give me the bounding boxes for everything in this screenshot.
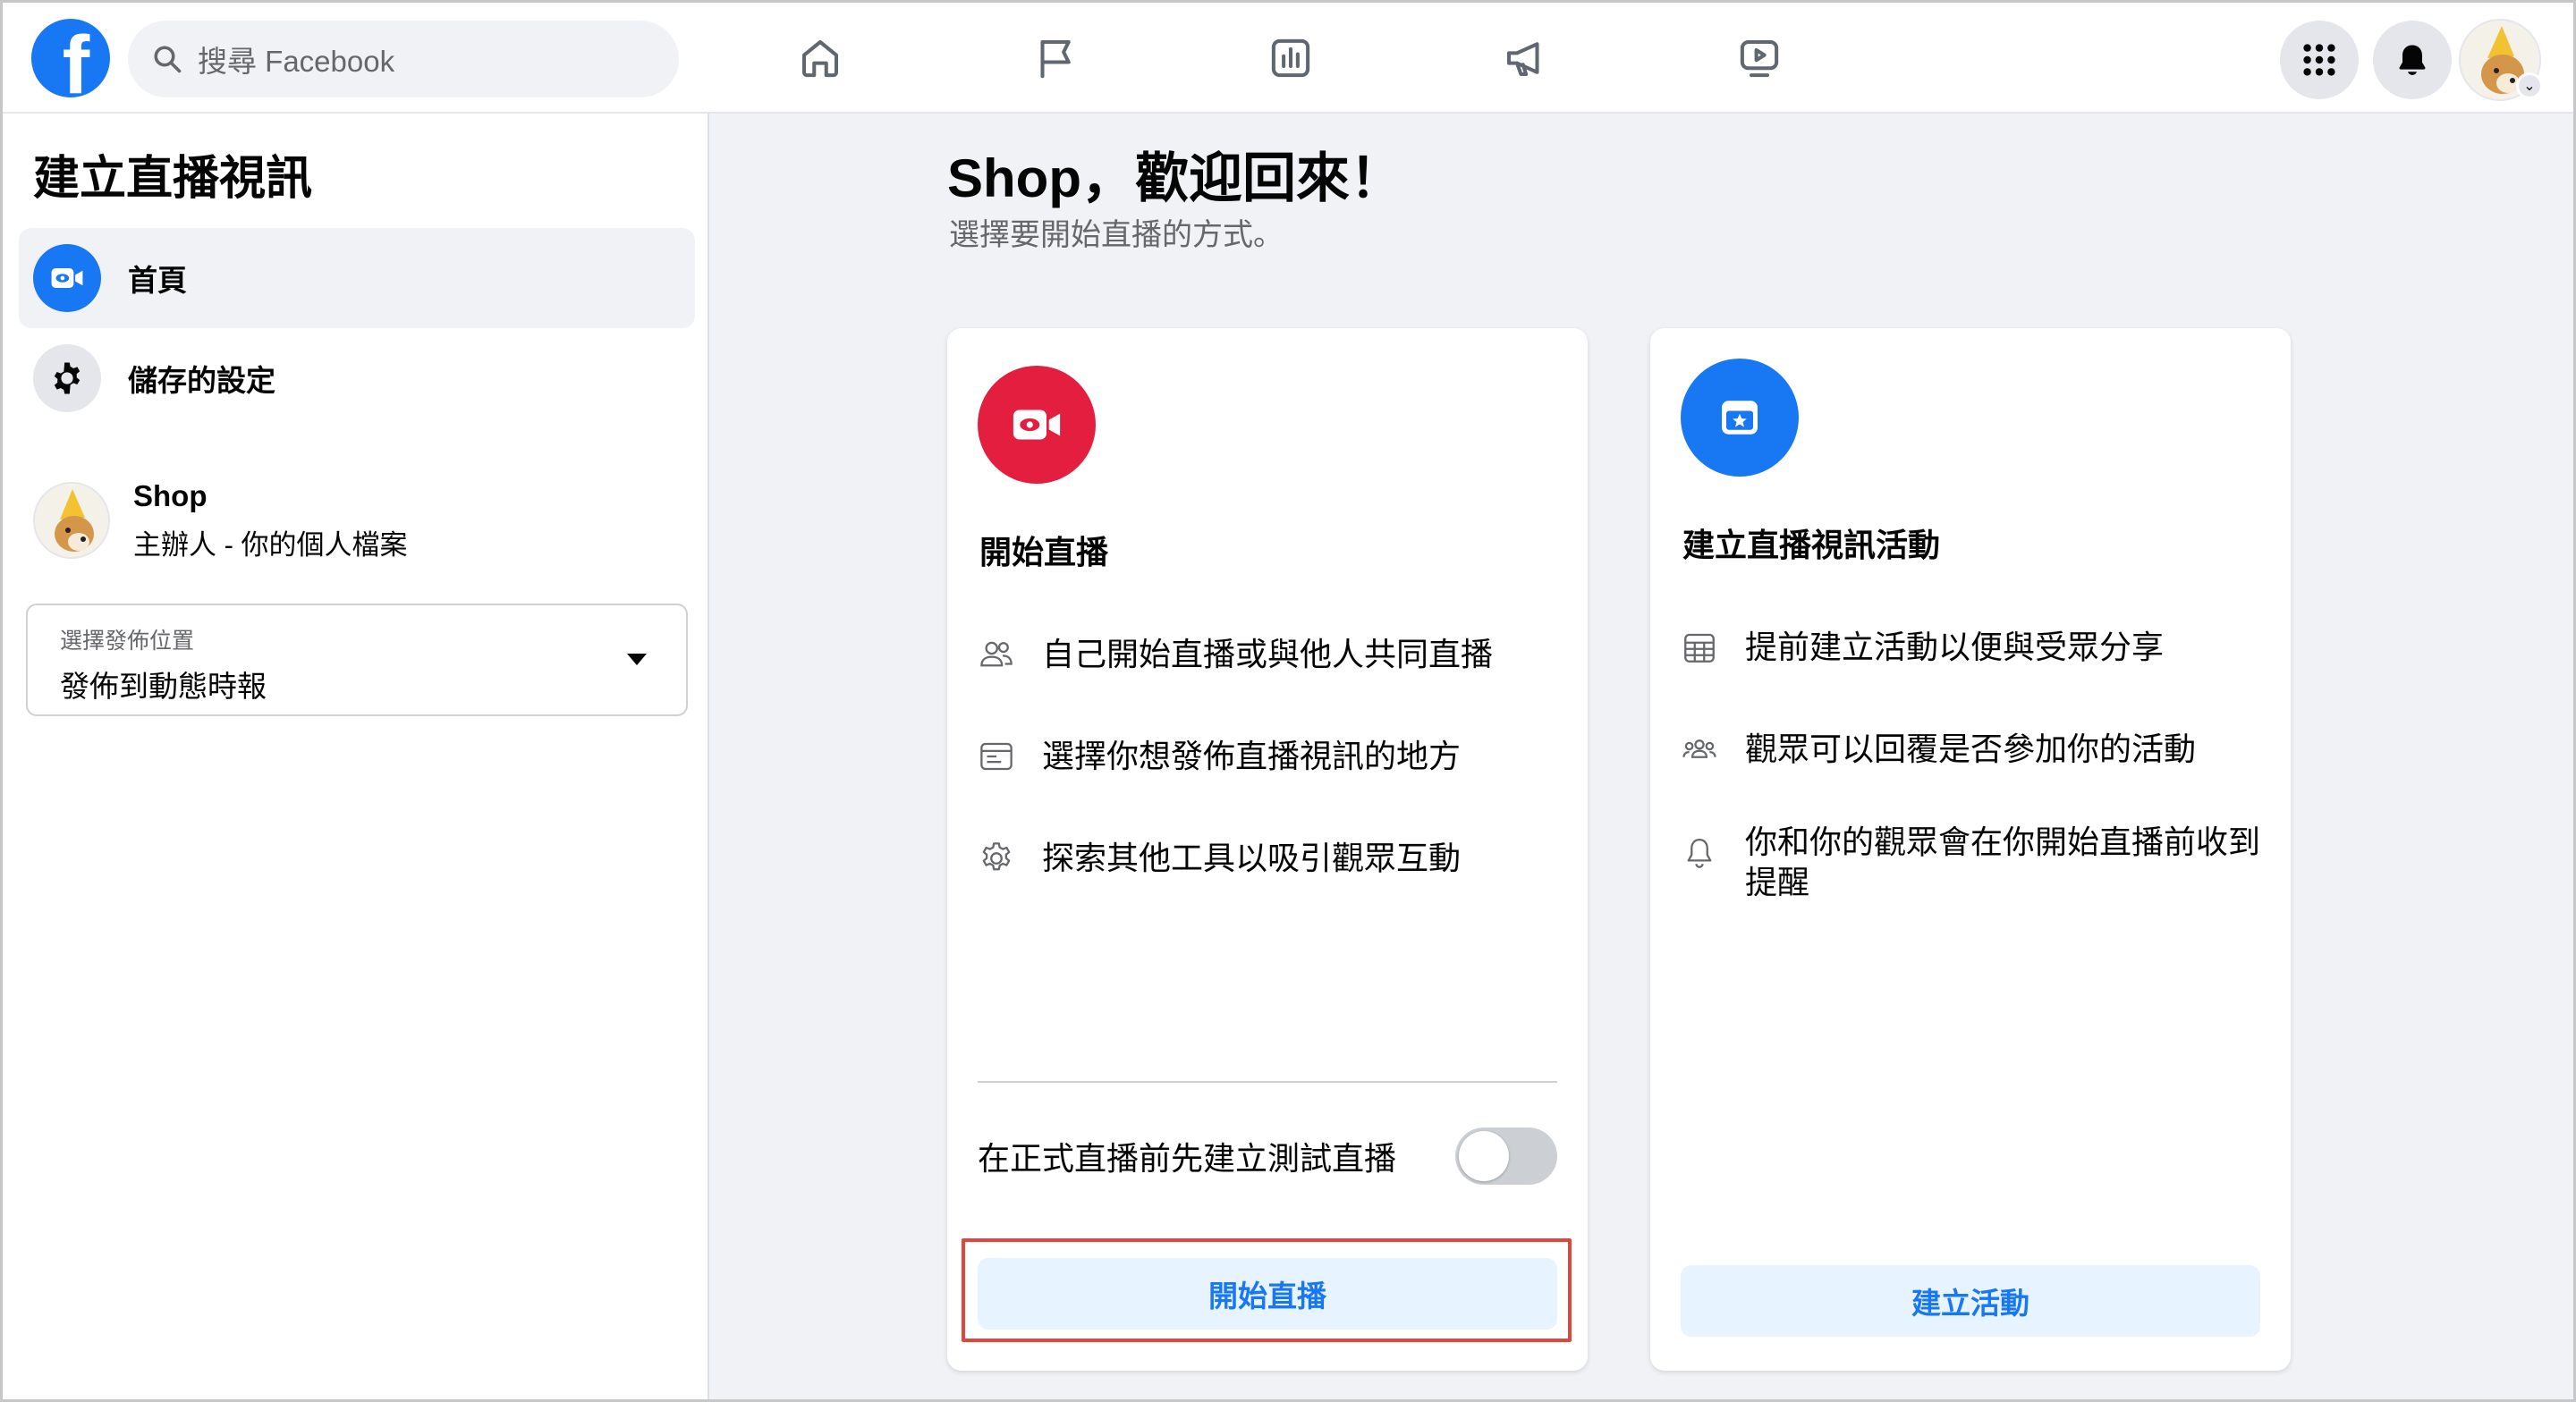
- facebook-logo[interactable]: f: [31, 19, 110, 97]
- menu-grid-icon[interactable]: [2280, 21, 2359, 99]
- feature-text: 觀眾可以回覆是否參加你的活動: [1745, 731, 2197, 767]
- live-event-card: 建立直播視訊活動 提前建立活動以便與受眾分享 觀眾可以回覆是否參加你的活動 你和…: [1650, 328, 2291, 1371]
- live-event-title: 建立直播視訊活動: [1682, 527, 1941, 563]
- feature-text: 自己開始直播或與他人共同直播: [1042, 636, 1494, 672]
- go-live-button-highlight: [962, 1238, 1572, 1342]
- account-menu-caret-icon[interactable]: ⌄: [2516, 72, 2543, 99]
- divider: [978, 1081, 1557, 1083]
- feature-text: 提前建立活動以便與受眾分享: [1745, 629, 2165, 665]
- sidebar-item-saved-settings[interactable]: 儲存的設定: [19, 328, 695, 428]
- people-icon: [980, 641, 1013, 667]
- sidebar: 建立直播視訊 首頁 儲存的設定 Shop 主辦人 - 你的個人檔案 選擇發佈位置…: [3, 114, 709, 1399]
- calendar-icon: [1684, 633, 1715, 663]
- search-placeholder: 搜尋 Facebook: [198, 45, 395, 78]
- toggle-knob: [1459, 1131, 1509, 1181]
- test-stream-label: 在正式直播前先建立測試直播: [978, 1140, 1397, 1177]
- feature-item: 你和你的觀眾會在你開始直播前收到提醒: [1681, 822, 2262, 903]
- feature-item: 探索其他工具以吸引觀眾互動: [978, 838, 1586, 878]
- live-camera-icon: [978, 366, 1096, 484]
- browser-window-icon: [980, 742, 1013, 771]
- feature-item: 提前建立活動以便與受眾分享: [1681, 627, 2289, 667]
- feature-item: 選擇你想發佈直播視訊的地方: [978, 736, 1586, 776]
- app-window: f 搜尋 Facebook ⌄ 建立直播視訊 首頁 儲存的設定 Shop 主辦人…: [0, 0, 2576, 1402]
- search-icon: [154, 46, 182, 73]
- test-stream-toggle[interactable]: [1455, 1128, 1557, 1185]
- bell-icon[interactable]: [2373, 21, 2452, 99]
- gear-icon: [33, 344, 101, 412]
- post-location-label: 選擇發佈位置: [60, 629, 195, 654]
- shiba-avatar-image: [35, 484, 108, 557]
- feature-text: 你和你的觀眾會在你開始直播前收到提醒: [1745, 823, 2261, 901]
- sidebar-title: 建立直播視訊: [33, 153, 313, 205]
- go-live-title: 開始直播: [979, 534, 1109, 570]
- go-live-card: 開始直播 自己開始直播或與他人共同直播 選擇你想發佈直播視訊的地方 探索其他工具…: [947, 328, 1588, 1371]
- feature-text: 選擇你想發佈直播視訊的地方: [1042, 738, 1462, 774]
- sidebar-item-label: 儲存的設定: [128, 364, 275, 397]
- profile-subtitle: 主辦人 - 你的個人檔案: [133, 528, 408, 561]
- facebook-logo-letter: f: [62, 20, 90, 97]
- megaphone-icon[interactable]: [1498, 31, 1552, 85]
- feature-text: 探索其他工具以吸引觀眾互動: [1042, 840, 1462, 876]
- calendar-star-icon: [1681, 359, 1799, 477]
- feature-item: 自己開始直播或與他人共同直播: [978, 634, 1586, 674]
- video-icon[interactable]: [1733, 31, 1786, 85]
- host-profile[interactable]: Shop 主辦人 - 你的個人檔案: [33, 471, 677, 570]
- post-location-value: 發佈到動態時報: [60, 670, 267, 703]
- feature-item: 觀眾可以回覆是否參加你的活動: [1681, 729, 2289, 769]
- sidebar-item-home[interactable]: 首頁: [19, 228, 695, 328]
- top-navigation-bar: f 搜尋 Facebook ⌄: [3, 3, 2573, 114]
- gear-outline-icon: [982, 842, 1011, 871]
- avatar: [33, 482, 110, 559]
- post-location-dropdown[interactable]: 選擇發佈位置 發佈到動態時報: [26, 604, 688, 716]
- home-icon[interactable]: [793, 31, 847, 85]
- video-camera-icon: [33, 244, 101, 312]
- sidebar-item-label: 首頁: [128, 264, 187, 297]
- test-stream-row: 在正式直播前先建立測試直播: [978, 1124, 1557, 1188]
- insights-icon[interactable]: [1264, 31, 1318, 85]
- dropdown-arrow-icon: [627, 654, 647, 665]
- bell-outline-icon: [1687, 838, 1712, 868]
- group-icon: [1682, 739, 1716, 758]
- profile-name: Shop: [133, 478, 208, 512]
- page-title: Shop，歡迎回來！: [947, 148, 1403, 208]
- search-box[interactable]: 搜尋 Facebook: [128, 21, 679, 97]
- page-subtitle: 選擇要開始直播的方式。: [949, 218, 1284, 252]
- flag-icon[interactable]: [1028, 31, 1081, 85]
- create-event-button[interactable]: 建立活動: [1681, 1265, 2260, 1337]
